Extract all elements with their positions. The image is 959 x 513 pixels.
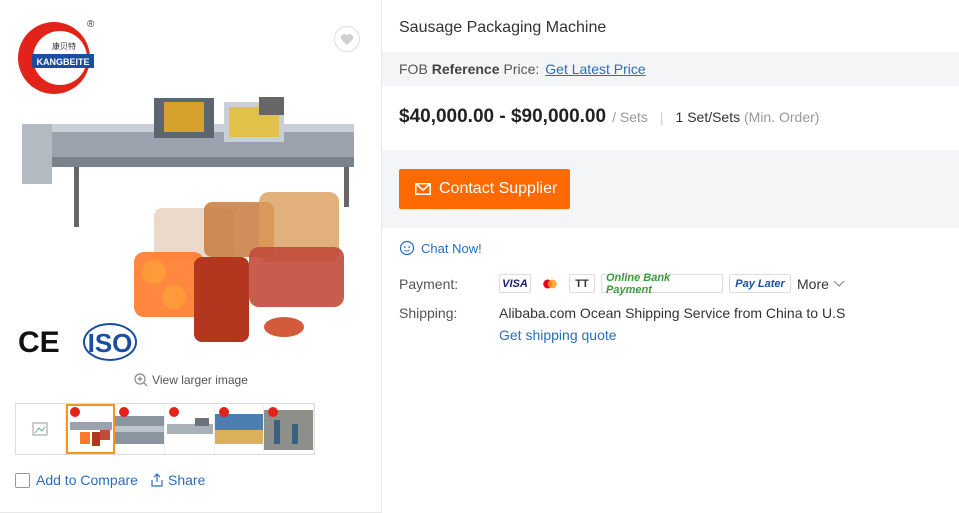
pay-later-badge: Pay Later — [729, 274, 791, 293]
product-info: Sausage Packaging Machine FOB Reference … — [382, 0, 959, 513]
zoom-in-icon — [134, 373, 148, 387]
min-order-value: 1 Set/Sets — [675, 109, 741, 125]
thumbnail-4[interactable] — [165, 404, 215, 454]
fob-bold: Reference — [431, 61, 500, 77]
fob-suffix: Price: — [503, 61, 540, 77]
share-icon — [151, 473, 163, 487]
compare-checkbox[interactable] — [15, 472, 30, 488]
contact-supplier-button[interactable]: Contact Supplier — [399, 169, 570, 209]
product-title: Sausage Packaging Machine — [399, 19, 607, 36]
visa-badge: VISA — [499, 274, 531, 293]
watermark-text: sdkangbeitepack.com — [117, 179, 262, 196]
tt-badge: TT — [569, 274, 595, 293]
heart-icon — [340, 33, 354, 45]
product-gallery: KANGBEITE 康贝特 ® sdkangbeitepack.com CE I… — [0, 0, 382, 513]
fob-price-bar: FOB Reference Price: Get Latest Price — [382, 52, 959, 86]
fob-prefix: FOB — [399, 61, 428, 77]
get-shipping-quote-link[interactable]: Get shipping quote — [499, 327, 617, 343]
chat-now-label: Chat Now! — [421, 240, 482, 256]
min-order-label: (Min. Order) — [744, 109, 820, 125]
add-to-compare-label: Add to Compare — [36, 472, 138, 488]
price-separator: | — [659, 109, 664, 125]
thumbnail-5[interactable] — [214, 404, 265, 454]
thumbnail-main[interactable] — [65, 404, 116, 454]
min-order: 1 Set/Sets (Min. Order) — [676, 109, 820, 125]
price-row: $40,000.00 - $90,000.00 / Sets | 1 Set/S… — [399, 106, 819, 128]
get-latest-price-link[interactable]: Get Latest Price — [545, 61, 645, 77]
thumbnail-3[interactable] — [115, 404, 166, 454]
kangbeite-logo: KANGBEITE 康贝特 ® — [18, 19, 95, 94]
payment-more-dropdown[interactable]: More — [797, 276, 845, 292]
chevron-down-icon — [833, 280, 845, 287]
price-unit: / Sets — [612, 109, 648, 125]
envelope-icon — [415, 183, 431, 195]
packaged-food-illustration — [134, 192, 344, 342]
view-larger-image-link[interactable]: View larger image — [0, 373, 382, 387]
thumbnail-strip — [15, 403, 315, 455]
broken-image-icon — [32, 422, 48, 436]
share-label: Share — [168, 472, 206, 488]
brand-chinese: 康贝特 — [52, 41, 76, 51]
view-larger-label: View larger image — [152, 373, 248, 387]
product-page: KANGBEITE 康贝特 ® sdkangbeitepack.com CE I… — [0, 0, 959, 513]
main-product-image[interactable]: KANGBEITE 康贝特 ® sdkangbeitepack.com CE I… — [14, 12, 366, 364]
payment-label: Payment: — [399, 276, 459, 292]
thumbnail-video[interactable] — [16, 404, 66, 454]
add-to-compare[interactable]: Add to Compare — [15, 472, 138, 488]
contact-supplier-label: Contact Supplier — [439, 180, 558, 197]
registered-mark: ® — [87, 19, 95, 30]
chat-now-link[interactable]: Chat Now! — [399, 240, 482, 256]
online-bank-payment-badge: Online Bank Payment — [601, 272, 723, 296]
iso-mark: ISO — [88, 328, 133, 358]
shipping-info: Alibaba.com Ocean Shipping Service from … — [499, 305, 846, 321]
favorite-button[interactable] — [334, 26, 360, 52]
share-link[interactable]: Share — [149, 472, 205, 488]
price-range: $40,000.00 - $90,000.00 — [399, 106, 607, 127]
shipping-label: Shipping: — [399, 305, 458, 321]
thumbnail-6[interactable] — [264, 404, 315, 454]
more-label: More — [797, 275, 829, 292]
mastercard-icon — [537, 274, 563, 293]
contact-bar: Contact Supplier — [382, 150, 959, 228]
iso-mark-icon: ISO — [83, 323, 137, 361]
payment-methods: VISA TT Online Bank Payment Pay Later Mo… — [499, 272, 845, 296]
chat-smiley-icon — [399, 240, 415, 256]
brand-name: KANGBEITE — [36, 57, 89, 67]
ce-mark: CE — [18, 326, 60, 359]
